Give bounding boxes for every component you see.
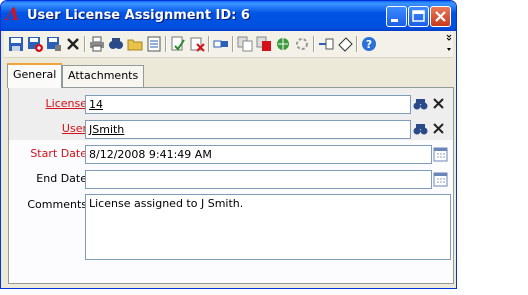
user-label[interactable]: User <box>9 122 87 135</box>
license-label[interactable]: License <box>9 97 87 110</box>
svg-text:?: ? <box>366 38 372 51</box>
comments-label: Comments <box>27 198 87 211</box>
toolbar-separator <box>232 36 234 52</box>
tab-general[interactable]: General <box>7 63 63 88</box>
maximize-icon <box>412 10 425 22</box>
start-date-label: Start Date <box>30 147 87 160</box>
general-tab-panel: License 14 User JSmith Start Date 8/12/2… <box>8 87 454 284</box>
end-date-field[interactable] <box>85 170 432 189</box>
refresh-icon[interactable] <box>294 36 310 52</box>
tag-icon[interactable] <box>337 36 353 52</box>
close-icon <box>435 11 446 22</box>
tab-strip: General Attachments <box>4 59 453 89</box>
toolbar-separator <box>165 36 167 52</box>
toolbar-overflow-icon[interactable] <box>446 33 452 55</box>
help-icon[interactable]: ? <box>361 36 377 52</box>
license-lookup-icon[interactable] <box>413 96 428 112</box>
license-clear-icon[interactable] <box>431 96 446 112</box>
calendar-icon[interactable] <box>433 171 448 187</box>
window-title: User License Assignment ID: 6 <box>27 8 250 23</box>
move-icon[interactable] <box>256 36 272 52</box>
user-field[interactable]: JSmith <box>85 120 411 139</box>
minimize-icon <box>391 19 398 22</box>
print-icon[interactable] <box>89 36 105 52</box>
save-add-icon[interactable] <box>27 36 43 52</box>
save-icon[interactable] <box>8 36 24 52</box>
find-icon[interactable] <box>108 36 124 52</box>
delete-icon[interactable] <box>65 36 81 52</box>
list-icon[interactable] <box>146 36 162 52</box>
license-assignment-window: Λ User License Assignment ID: 6 ? Genera… <box>0 0 457 289</box>
end-date-label: End Date <box>36 172 87 185</box>
save-close-icon[interactable] <box>46 36 62 52</box>
toolbar: ? <box>4 31 453 58</box>
comments-textarea[interactable]: License assigned to J Smith. <box>85 194 451 260</box>
toolbar-separator <box>208 36 210 52</box>
maximize-button[interactable] <box>408 6 429 27</box>
attach-icon[interactable] <box>318 36 334 52</box>
start-date-field[interactable]: 8/12/2008 9:41:49 AM <box>85 145 432 164</box>
close-button[interactable] <box>430 6 451 27</box>
toolbar-separator <box>84 36 86 52</box>
open-folder-icon[interactable] <box>127 36 143 52</box>
web-icon[interactable] <box>275 36 291 52</box>
toolbar-separator <box>356 36 358 52</box>
toolbar-separator <box>313 36 315 52</box>
cancel-edit-icon[interactable] <box>189 36 205 52</box>
title-bar[interactable]: Λ User License Assignment ID: 6 <box>1 1 456 31</box>
tab-attachments[interactable]: Attachments <box>62 65 145 87</box>
calendar-icon[interactable] <box>433 146 448 162</box>
license-field[interactable]: 14 <box>85 95 411 114</box>
user-lookup-icon[interactable] <box>413 121 428 137</box>
copy-icon[interactable] <box>237 36 253 52</box>
user-clear-icon[interactable] <box>431 121 446 137</box>
minimize-button[interactable] <box>386 6 407 27</box>
app-logo-icon: Λ <box>6 5 20 25</box>
link-icon[interactable] <box>213 36 229 52</box>
spell-icon[interactable] <box>170 36 186 52</box>
